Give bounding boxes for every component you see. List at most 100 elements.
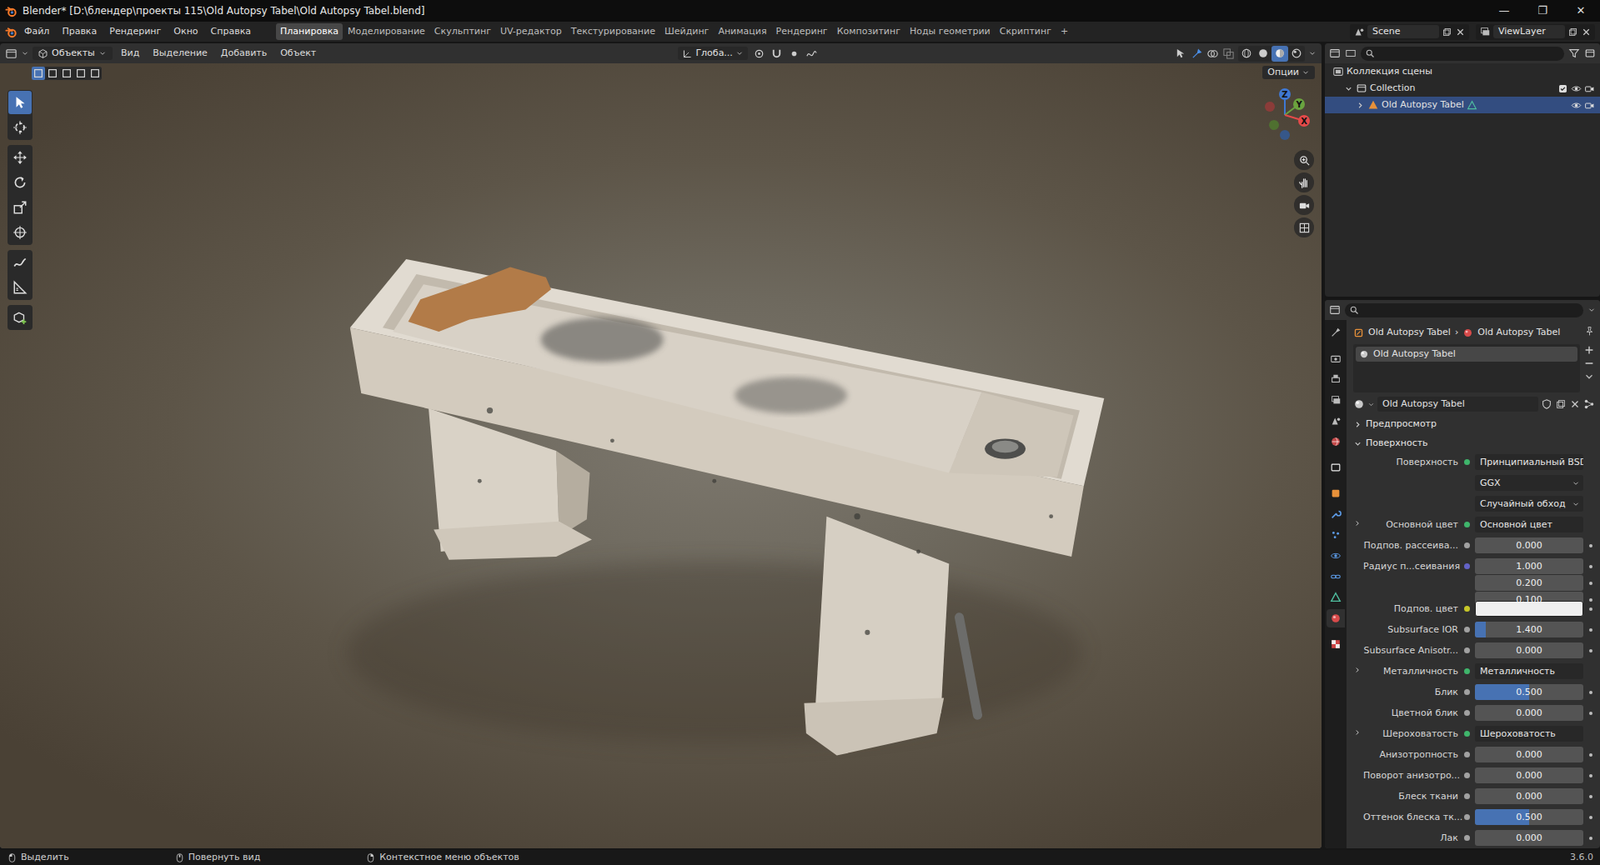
shading-button[interactable] xyxy=(1238,45,1255,62)
socket[interactable] xyxy=(1461,516,1472,533)
outliner-search[interactable] xyxy=(1360,46,1565,61)
camera-icon[interactable] xyxy=(1584,83,1595,95)
socket[interactable] xyxy=(1461,747,1472,763)
workspace-tab[interactable]: Моделирование xyxy=(343,23,430,41)
dropdown[interactable]: GGX xyxy=(1474,475,1584,492)
nav-button[interactable] xyxy=(1294,172,1315,193)
outliner-label[interactable]: Old Autopsy Tabel xyxy=(1381,99,1465,111)
keyframe-dot[interactable] xyxy=(1586,705,1595,722)
nav-button[interactable] xyxy=(1294,150,1315,171)
eye-icon[interactable] xyxy=(1570,100,1582,111)
properties-tab[interactable] xyxy=(1326,432,1345,452)
number-slider[interactable]: 0.000 xyxy=(1474,767,1584,784)
socket[interactable] xyxy=(1461,788,1472,805)
workspace-tab[interactable]: Скульптинг xyxy=(430,23,496,41)
tool-button[interactable] xyxy=(8,90,32,115)
menu-item[interactable]: Окно xyxy=(167,24,204,40)
menu-item[interactable]: Правка xyxy=(55,24,103,40)
keyframe-dot[interactable] xyxy=(1586,747,1595,763)
properties-tab[interactable] xyxy=(1326,609,1345,628)
axis-label[interactable]: Z xyxy=(1281,90,1288,100)
workspace-tab[interactable]: Скриптинг xyxy=(995,23,1056,41)
outliner-row[interactable]: Коллекция сцены xyxy=(1324,63,1600,81)
vector-field[interactable]: 0.200 xyxy=(1474,575,1584,592)
socket[interactable] xyxy=(1461,475,1472,492)
select-mode-button[interactable] xyxy=(31,66,46,81)
properties-tab[interactable] xyxy=(1326,349,1345,368)
workspace-tab[interactable]: Планировка xyxy=(275,23,343,41)
material-slot[interactable]: Old Autopsy Tabel xyxy=(1355,346,1578,362)
camera-icon[interactable] xyxy=(1584,100,1595,111)
socket[interactable] xyxy=(1461,830,1472,847)
viewport-menu[interactable]: Вид xyxy=(115,45,145,61)
keyframe-dot[interactable] xyxy=(1586,558,1595,575)
tool-button[interactable] xyxy=(8,220,32,245)
menu-item[interactable]: Рендеринг xyxy=(103,24,167,40)
window-control-button[interactable]: — xyxy=(1484,0,1524,22)
workspace-tab[interactable]: Композитинг xyxy=(832,23,905,41)
number-slider[interactable]: 0.000 xyxy=(1474,537,1584,554)
select-mode-button[interactable] xyxy=(74,66,88,81)
linked-input[interactable]: Шероховатость xyxy=(1474,726,1584,743)
workspace-tab[interactable]: Рендеринг xyxy=(772,23,833,41)
select-mode-button[interactable] xyxy=(88,66,102,81)
orientation-dropdown[interactable]: Глоба... xyxy=(677,46,748,61)
dropdown[interactable]: Случайный обход xyxy=(1474,496,1584,512)
menu-item[interactable]: Файл xyxy=(18,24,56,40)
axis-label[interactable]: Y xyxy=(1294,100,1303,110)
shading-button[interactable] xyxy=(1288,45,1305,62)
properties-tab[interactable] xyxy=(1326,323,1345,342)
workspace-tab[interactable]: UV-редактор xyxy=(496,23,567,41)
number-slider[interactable]: 0.500 xyxy=(1474,809,1584,826)
keyframe-dot[interactable] xyxy=(1586,591,1595,608)
keyframe-dot[interactable] xyxy=(1586,830,1595,847)
keyframe-dot[interactable] xyxy=(1586,621,1595,638)
shading-button[interactable] xyxy=(1271,45,1289,62)
menu-item[interactable]: Справка xyxy=(205,24,257,40)
scene-name[interactable]: Scene xyxy=(1367,25,1440,39)
eye-icon[interactable] xyxy=(1570,83,1582,95)
number-slider[interactable]: 0.000 xyxy=(1474,705,1584,722)
nav-button[interactable] xyxy=(1294,195,1315,216)
properties-tab[interactable] xyxy=(1326,635,1345,654)
number-slider[interactable]: 0.500 xyxy=(1474,684,1584,701)
viewport-canvas[interactable]: ОпцииZYX xyxy=(0,63,1322,849)
properties-tab[interactable] xyxy=(1326,391,1345,410)
socket[interactable] xyxy=(1461,454,1472,471)
socket[interactable] xyxy=(1461,537,1472,554)
workspace-tab[interactable]: Ноды геометрии xyxy=(905,23,995,41)
axis-label[interactable]: X xyxy=(1300,116,1308,126)
linked-input[interactable]: Основной цвет xyxy=(1474,516,1584,533)
tool-button[interactable] xyxy=(8,195,32,220)
panel-header[interactable]: Поверхность xyxy=(1353,435,1595,452)
keyframe-dot[interactable] xyxy=(1586,809,1595,826)
outliner-row[interactable]: Collection xyxy=(1324,80,1600,97)
shading-button[interactable] xyxy=(1254,45,1272,62)
panel-header[interactable]: Предпросмотр xyxy=(1353,416,1595,433)
outliner-label[interactable]: Коллекция сцены xyxy=(1346,65,1433,78)
keyframe-dot[interactable] xyxy=(1586,642,1595,659)
keyframe-dot[interactable] xyxy=(1586,601,1595,617)
properties-search[interactable] xyxy=(1344,303,1584,318)
nav-button[interactable] xyxy=(1294,217,1315,238)
keyframe-dot[interactable] xyxy=(1586,788,1595,805)
socket[interactable] xyxy=(1461,621,1472,638)
socket[interactable] xyxy=(1461,767,1472,784)
window-control-button[interactable]: ❐ xyxy=(1523,0,1562,22)
socket[interactable] xyxy=(1461,601,1472,617)
number-slider[interactable]: 0.000 xyxy=(1474,788,1584,805)
socket[interactable] xyxy=(1461,726,1472,743)
vector-field[interactable]: 1.000 xyxy=(1474,558,1584,575)
axis-1-dot[interactable] xyxy=(1293,98,1305,111)
viewport-menu[interactable]: Добавить xyxy=(215,45,272,61)
axis-2-dot[interactable] xyxy=(1298,115,1310,127)
slot-menu-icon[interactable] xyxy=(1583,371,1595,383)
select-mode-button[interactable] xyxy=(45,66,60,81)
properties-tab[interactable] xyxy=(1326,588,1345,607)
properties-tab[interactable] xyxy=(1326,505,1345,524)
properties-tab[interactable] xyxy=(1326,411,1345,431)
window-control-button[interactable]: ✕ xyxy=(1561,0,1600,22)
number-slider[interactable]: 1.400 xyxy=(1474,621,1584,638)
workspace-tab[interactable]: Анимация xyxy=(713,23,771,41)
number-slider[interactable]: 0.000 xyxy=(1474,642,1584,659)
